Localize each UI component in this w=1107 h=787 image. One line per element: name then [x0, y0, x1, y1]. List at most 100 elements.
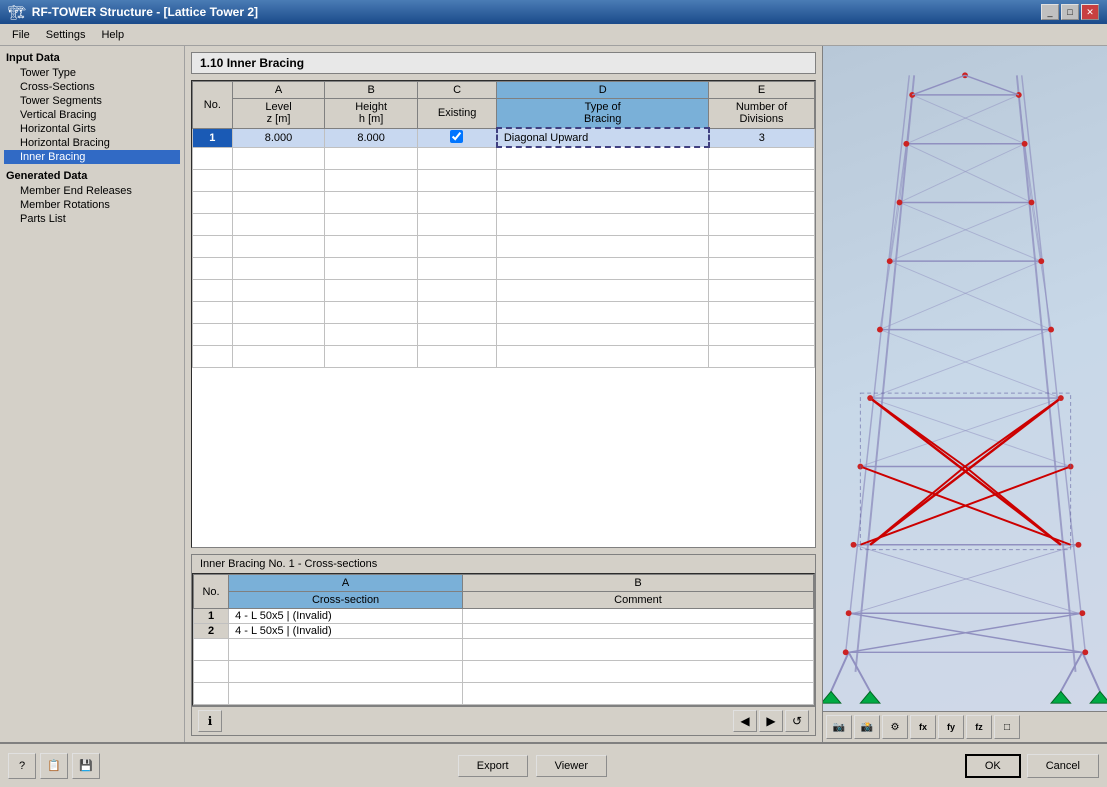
title-bar: 🏗 RF-TOWER Structure - [Lattice Tower 2]…	[0, 0, 1107, 24]
export-button[interactable]: Export	[458, 755, 528, 777]
sidebar-item-horizontal-bracing[interactable]: Horizontal Bracing	[4, 136, 180, 150]
col-header-no: No.	[193, 82, 233, 129]
tower-display	[823, 46, 1107, 711]
ok-button[interactable]: OK	[965, 754, 1021, 778]
viewer-toolbar: 📷 📸 ⚙ fx fy fz □	[823, 711, 1107, 742]
cell-divisions: 3	[709, 128, 815, 147]
lower-table-row-empty	[194, 683, 814, 705]
help-button[interactable]: ?	[8, 753, 36, 779]
sidebar-item-horizontal-girts[interactable]: Horizontal Girts	[4, 122, 180, 136]
lower-col-a: A	[229, 575, 463, 592]
table-row-empty	[193, 147, 815, 169]
existing-checkbox[interactable]	[450, 130, 463, 143]
table-row-empty	[193, 213, 815, 235]
table-row-empty	[193, 257, 815, 279]
lower-table-row-empty	[194, 639, 814, 661]
sidebar-item-member-end-releases[interactable]: Member End Releases	[4, 184, 180, 198]
sidebar-section-input-data: Input Data	[4, 50, 180, 66]
window-controls: _ □ ✕	[1041, 4, 1099, 20]
sidebar-item-parts-list[interactable]: Parts List	[4, 212, 180, 226]
table-row-empty	[193, 301, 815, 323]
cell-level: 8.000	[232, 128, 325, 147]
lower-toolbar-nav: ◀ ▶ ↺	[733, 710, 809, 732]
sidebar-item-tower-type[interactable]: Tower Type	[4, 66, 180, 80]
save-button[interactable]: 💾	[72, 753, 100, 779]
viewer-btn-y[interactable]: fy	[938, 715, 964, 739]
col-subheader-level: Levelz [m]	[232, 99, 325, 129]
nav-next-button[interactable]: ▶	[759, 710, 783, 732]
lower-cell-comment-2	[463, 624, 814, 639]
viewer-btn-x[interactable]: fx	[910, 715, 936, 739]
table-row-empty	[193, 191, 815, 213]
col-subheader-divisions: Number ofDivisions	[709, 99, 815, 129]
table-row-empty	[193, 169, 815, 191]
lower-cell-comment-1	[463, 609, 814, 624]
viewer-panel: 📷 📸 ⚙ fx fy fz □	[822, 46, 1107, 742]
col-header-a: A	[232, 82, 325, 99]
close-button[interactable]: ✕	[1081, 4, 1099, 20]
maximize-button[interactable]: □	[1061, 4, 1079, 20]
lower-col-comment: Comment	[463, 592, 814, 609]
col-subheader-height: Heighth [m]	[325, 99, 418, 129]
lower-table-row-empty	[194, 661, 814, 683]
minimize-button[interactable]: _	[1041, 4, 1059, 20]
viewer-btn-camera1[interactable]: 📷	[826, 715, 852, 739]
cell-existing[interactable]	[417, 128, 496, 147]
tower-svg	[823, 46, 1107, 711]
nav-prev-button[interactable]: ◀	[733, 710, 757, 732]
lower-table-container: No. A B Cross-section Comment 1 4 - L 50…	[192, 573, 815, 706]
panel-title: 1.10 Inner Bracing	[191, 52, 816, 74]
menu-bar: File Settings Help	[0, 24, 1107, 46]
nav-refresh-button[interactable]: ↺	[785, 710, 809, 732]
viewer-button[interactable]: Viewer	[536, 755, 607, 777]
sidebar-item-vertical-bracing[interactable]: Vertical Bracing	[4, 108, 180, 122]
bottom-right-buttons: OK Cancel	[965, 754, 1099, 778]
lower-col-b: B	[463, 575, 814, 592]
col-subheader-existing: Existing	[417, 99, 496, 129]
cell-height: 8.000	[325, 128, 418, 147]
col-header-e: E	[709, 82, 815, 99]
lower-section: Inner Bracing No. 1 - Cross-sections No.…	[191, 554, 816, 736]
app-icon: 🏗	[8, 4, 26, 21]
lower-table-row[interactable]: 1 4 - L 50x5 | (Invalid)	[194, 609, 814, 624]
table-row[interactable]: 1 8.000 8.000 Diagonal Upward 3	[193, 128, 815, 147]
upper-table-container: No. A B C D E Levelz [m] Heighth [m] Exi…	[191, 80, 816, 548]
viewer-btn-z[interactable]: fz	[966, 715, 992, 739]
col-header-b: B	[325, 82, 418, 99]
cell-type: Diagonal Upward	[497, 128, 709, 147]
col-header-d: D	[497, 82, 709, 99]
inner-bracing-table: No. A B C D E Levelz [m] Heighth [m] Exi…	[192, 81, 815, 368]
info-button[interactable]: ℹ	[198, 710, 222, 732]
window-title: RF-TOWER Structure - [Lattice Tower 2]	[32, 5, 258, 19]
lower-cell-cross-2: 4 - L 50x5 | (Invalid)	[229, 624, 463, 639]
col-header-c: C	[417, 82, 496, 99]
table-row-empty	[193, 345, 815, 367]
lower-cell-cross-1: 4 - L 50x5 | (Invalid)	[229, 609, 463, 624]
lower-cell-no-2: 2	[194, 624, 229, 639]
copy-button[interactable]: 📋	[40, 753, 68, 779]
sidebar-item-inner-bracing[interactable]: Inner Bracing	[4, 150, 180, 164]
cell-no: 1	[193, 128, 233, 147]
cancel-button[interactable]: Cancel	[1027, 754, 1099, 778]
viewer-btn-box[interactable]: □	[994, 715, 1020, 739]
lower-col-cross-section: Cross-section	[229, 592, 463, 609]
lower-table-row[interactable]: 2 4 - L 50x5 | (Invalid)	[194, 624, 814, 639]
viewer-btn-camera2[interactable]: 📸	[854, 715, 880, 739]
sidebar-item-cross-sections[interactable]: Cross-Sections	[4, 80, 180, 94]
bottom-bar: ? 📋 💾 Export Viewer OK Cancel	[0, 742, 1107, 787]
bottom-center-buttons: Export Viewer	[458, 755, 607, 777]
col-subheader-type: Type ofBracing	[497, 99, 709, 129]
table-row-empty	[193, 279, 815, 301]
menu-settings[interactable]: Settings	[38, 27, 94, 43]
sidebar-item-member-rotations[interactable]: Member Rotations	[4, 198, 180, 212]
lower-col-no: No.	[194, 575, 229, 609]
lower-toolbar-left: ℹ	[198, 710, 222, 732]
lower-panel-title: Inner Bracing No. 1 - Cross-sections	[192, 555, 815, 573]
menu-file[interactable]: File	[4, 27, 38, 43]
table-row-empty	[193, 235, 815, 257]
menu-help[interactable]: Help	[93, 27, 132, 43]
sidebar-item-tower-segments[interactable]: Tower Segments	[4, 94, 180, 108]
sidebar: Input Data Tower Type Cross-Sections Tow…	[0, 46, 185, 742]
table-row-empty	[193, 323, 815, 345]
viewer-btn-settings[interactable]: ⚙	[882, 715, 908, 739]
